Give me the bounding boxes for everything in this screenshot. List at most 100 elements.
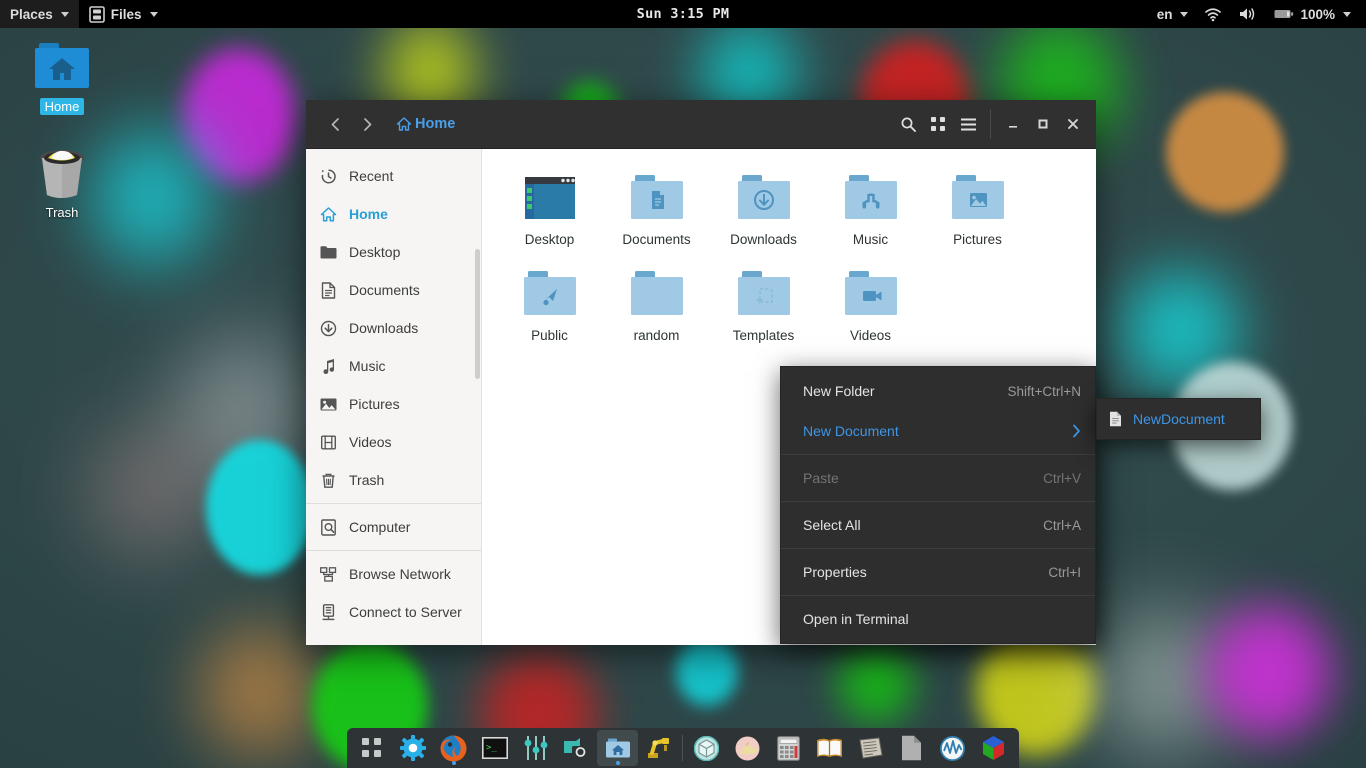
recent-clock-icon	[320, 168, 337, 185]
sidebar-item-documents[interactable]: Documents	[306, 271, 481, 309]
calculator-icon	[777, 735, 800, 761]
context-menu-accelerator: Ctrl+I	[1048, 564, 1081, 580]
firefox-icon	[440, 735, 467, 762]
volume-icon[interactable]	[1231, 0, 1265, 28]
context-menu-item-paste: Paste Ctrl+V	[781, 458, 1095, 498]
bokeh-circle	[838, 640, 914, 724]
folder-videos-icon	[840, 261, 902, 321]
sidebar-item-label: Computer	[349, 519, 411, 535]
dock-item-settings[interactable]	[392, 730, 433, 766]
files-menu[interactable]: Files	[79, 0, 168, 28]
dock-item-libreoffice[interactable]	[891, 730, 932, 766]
dock-item-wave-monitor[interactable]	[932, 730, 973, 766]
context-menu-divider	[781, 454, 1095, 455]
submenu-item-newdocument[interactable]: NewDocument	[1097, 404, 1260, 434]
sidebar-scrollbar[interactable]	[475, 249, 480, 379]
dock[interactable]: >_	[347, 728, 1019, 768]
places-menu[interactable]: Places	[0, 0, 79, 28]
svg-text:>_: >_	[486, 743, 497, 753]
context-menu[interactable]: New Folder Shift+Ctrl+N New Document Paste C…	[780, 366, 1096, 644]
top-panel[interactable]: Places Files Sun 3:15 PM en 100%	[0, 0, 1366, 28]
battery-icon	[1274, 8, 1294, 20]
desktop-folder-icon	[320, 244, 337, 261]
file-item-label: Public	[531, 328, 568, 343]
sidebar-item-downloads[interactable]: Downloads	[306, 309, 481, 347]
battery-indicator[interactable]: 100%	[1267, 0, 1358, 28]
dock-item-show-applications[interactable]	[351, 730, 392, 766]
file-item-random[interactable]: random	[603, 257, 710, 353]
context-menu-item-select-all[interactable]: Select All Ctrl+A	[781, 505, 1095, 545]
hamburger-menu-icon[interactable]	[953, 109, 983, 139]
sidebar-item-videos[interactable]: Videos	[306, 423, 481, 461]
file-item-documents[interactable]: Documents	[603, 161, 710, 257]
minimize-icon[interactable]	[998, 109, 1028, 139]
sidebar-item-trash[interactable]: Trash	[306, 461, 481, 499]
file-item-label: Pictures	[953, 232, 1002, 247]
close-icon[interactable]	[1058, 109, 1088, 139]
gear-icon	[399, 735, 426, 761]
sidebar-item-desktop[interactable]: Desktop	[306, 233, 481, 271]
dock-item-package-viewer[interactable]	[686, 730, 727, 766]
folder-templates-icon	[733, 261, 795, 321]
sidebar-item-label: Documents	[349, 282, 420, 298]
home-icon	[320, 206, 337, 223]
file-item-pictures[interactable]: Pictures	[924, 161, 1031, 257]
sidebar-item-computer[interactable]: Computer	[306, 508, 481, 546]
grid-apps-icon	[361, 737, 383, 759]
desktop-icon-trash[interactable]: Trash	[14, 142, 110, 221]
sidebar-item-recent[interactable]: Recent	[306, 157, 481, 195]
submenu-item-label: NewDocument	[1133, 411, 1225, 427]
sidebar-divider	[306, 550, 481, 551]
wave-circle-icon	[940, 735, 965, 761]
sidebar-item-connect-to-server[interactable]: Connect to Server	[306, 593, 481, 631]
sidebar[interactable]: Recent Home Desktop Documents Downloads Music…	[306, 149, 482, 645]
language-indicator[interactable]: en	[1150, 0, 1196, 28]
file-item-templates[interactable]: Templates	[710, 257, 817, 353]
computer-icon	[320, 518, 337, 536]
chevron-right-icon[interactable]	[352, 109, 382, 139]
dock-item-genie-app[interactable]	[727, 730, 768, 766]
robot-arm-icon	[646, 736, 672, 760]
wifi-icon[interactable]	[1197, 0, 1229, 28]
context-menu-item-new-document[interactable]: New Document	[781, 411, 1095, 451]
sidebar-item-home[interactable]: Home	[306, 195, 481, 233]
file-item-music[interactable]: Music	[817, 161, 924, 257]
sidebar-item-music[interactable]: Music	[306, 347, 481, 385]
server-icon	[320, 603, 337, 621]
desktop-background[interactable]: Home Trash Home Recent Home Desktop Docu…	[0, 0, 1366, 768]
chevron-left-icon[interactable]	[320, 109, 350, 139]
bokeh-circle	[206, 440, 314, 575]
file-manager-titlebar[interactable]: Home	[306, 100, 1096, 149]
maximize-icon[interactable]	[1028, 109, 1058, 139]
book-icon	[816, 737, 843, 759]
file-item-public[interactable]: Public	[496, 257, 603, 353]
sliders-icon	[524, 735, 548, 761]
dock-item-firefox[interactable]	[433, 730, 474, 766]
search-icon[interactable]	[893, 109, 923, 139]
dock-item-audio-mixer[interactable]	[515, 730, 556, 766]
context-menu-item-open-in-terminal[interactable]: Open in Terminal	[781, 599, 1095, 639]
dock-item-screenshot[interactable]	[556, 730, 597, 766]
dock-item-terminal[interactable]: >_	[474, 730, 515, 766]
file-item-videos[interactable]: Videos	[817, 257, 924, 353]
breadcrumb[interactable]: Home	[396, 116, 455, 132]
context-menu-label: Paste	[803, 470, 839, 486]
dock-item-news-reader[interactable]	[850, 730, 891, 766]
context-menu-item-new-folder[interactable]: New Folder Shift+Ctrl+N	[781, 371, 1095, 411]
dock-item-calculator[interactable]	[768, 730, 809, 766]
context-menu-item-properties[interactable]: Properties Ctrl+I	[781, 552, 1095, 592]
sidebar-item-browse-network[interactable]: Browse Network	[306, 555, 481, 593]
grid-view-icon[interactable]	[923, 109, 953, 139]
screenshot-icon	[563, 737, 590, 759]
dock-item-files[interactable]	[597, 730, 638, 766]
sidebar-item-pictures[interactable]: Pictures	[306, 385, 481, 423]
dock-item-dictionary[interactable]	[809, 730, 850, 766]
dock-item-robot-tool[interactable]	[638, 730, 679, 766]
chevron-down-icon	[1343, 11, 1351, 17]
sidebar-item-label: Videos	[349, 434, 392, 450]
file-item-desktop[interactable]: Desktop	[496, 161, 603, 257]
dock-item-colored-cube[interactable]	[973, 730, 1014, 766]
file-item-downloads[interactable]: Downloads	[710, 161, 817, 257]
context-submenu[interactable]: NewDocument	[1096, 398, 1261, 440]
desktop-icon-home[interactable]: Home	[14, 36, 110, 115]
